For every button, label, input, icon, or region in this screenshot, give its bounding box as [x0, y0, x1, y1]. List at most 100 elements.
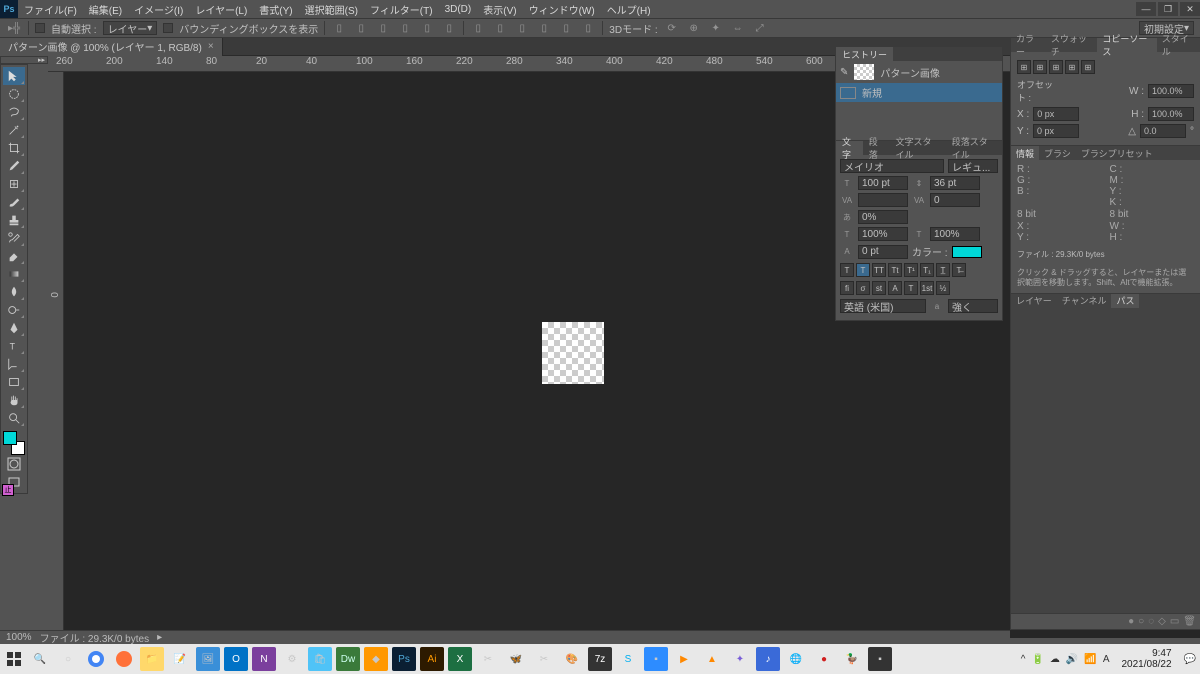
layers-tab[interactable]: レイヤー: [1011, 294, 1057, 308]
menu-type[interactable]: 書式(Y): [253, 2, 298, 17]
hscale-field[interactable]: 100%: [930, 227, 980, 241]
toolbox-collapse[interactable]: ▸▸: [0, 56, 48, 64]
paths-tab[interactable]: パス: [1111, 294, 1139, 308]
distribute-2-icon[interactable]: ▯: [492, 20, 508, 36]
paint-icon[interactable]: 🎨: [560, 647, 584, 671]
underline-button[interactable]: T̲: [936, 263, 950, 277]
menu-view[interactable]: 表示(V): [477, 2, 522, 17]
font-family-dropdown[interactable]: メイリオ: [840, 159, 944, 173]
photoshop-icon[interactable]: Ps: [392, 647, 416, 671]
ot-4[interactable]: A: [888, 281, 902, 295]
sublime-icon[interactable]: ◆: [364, 647, 388, 671]
clone-src-4[interactable]: ⊞: [1065, 60, 1079, 74]
stamp-tool[interactable]: [3, 211, 25, 229]
menu-window[interactable]: ウィンドウ(W): [523, 2, 601, 17]
outlook-icon[interactable]: O: [224, 647, 248, 671]
skype-icon[interactable]: S: [616, 647, 640, 671]
document-canvas[interactable]: [542, 322, 604, 384]
menu-select[interactable]: 選択範囲(S): [299, 2, 364, 17]
document-tab[interactable]: パターン画像 @ 100% (レイヤー 1, RGB/8) ×: [0, 38, 223, 56]
ot-2[interactable]: σ: [856, 281, 870, 295]
path-fill-icon[interactable]: ●: [1128, 616, 1134, 627]
mode3d-2-icon[interactable]: ⊕: [686, 20, 702, 36]
taskbar-clock[interactable]: 9:47 2021/08/22: [1115, 648, 1177, 670]
bold-button[interactable]: T: [840, 263, 854, 277]
align-right-icon[interactable]: ▯: [375, 20, 391, 36]
align-center-h-icon[interactable]: ▯: [353, 20, 369, 36]
tray-wifi-icon[interactable]: 📶: [1084, 654, 1096, 665]
menu-layer[interactable]: レイヤー(L): [189, 2, 253, 17]
mode3d-5-icon[interactable]: ⤢: [752, 20, 768, 36]
parastyle-tab[interactable]: 段落スタイル: [946, 141, 1002, 155]
tsume-field[interactable]: 0%: [858, 210, 908, 224]
bird-icon[interactable]: ✦: [728, 647, 752, 671]
close-tab-icon[interactable]: ×: [208, 41, 214, 52]
terminal-icon[interactable]: ▪: [868, 647, 892, 671]
tracking-field[interactable]: 0: [930, 193, 980, 207]
edit-indicator[interactable]: 止: [2, 484, 14, 496]
scissors-icon[interactable]: ✂: [532, 647, 556, 671]
color-swatches[interactable]: [3, 431, 25, 455]
eraser-tool[interactable]: [3, 247, 25, 265]
wand-tool[interactable]: [3, 121, 25, 139]
chrome-icon[interactable]: [84, 647, 108, 671]
pen-tool[interactable]: [3, 319, 25, 337]
kerning-field[interactable]: [858, 193, 908, 207]
7zip-icon[interactable]: 7z: [588, 647, 612, 671]
shape-tool[interactable]: [3, 373, 25, 391]
ot-6[interactable]: 1st: [920, 281, 934, 295]
ot-1[interactable]: fi: [840, 281, 854, 295]
healing-tool[interactable]: [3, 175, 25, 193]
firefox-icon[interactable]: [112, 647, 136, 671]
path-tool[interactable]: [3, 355, 25, 373]
tray-ime-icon[interactable]: A: [1103, 654, 1110, 665]
menu-edit[interactable]: 編集(E): [83, 2, 128, 17]
maximize-button[interactable]: ❐: [1158, 2, 1178, 16]
color-tab[interactable]: カラー: [1011, 38, 1046, 52]
zoom-tool[interactable]: [3, 409, 25, 427]
menu-help[interactable]: ヘルプ(H): [601, 2, 657, 17]
clone-src-2[interactable]: ⊞: [1033, 60, 1047, 74]
move-tool[interactable]: [3, 67, 25, 85]
distribute-5-icon[interactable]: ▯: [558, 20, 574, 36]
minimize-button[interactable]: —: [1136, 2, 1156, 16]
butterfly-icon[interactable]: 🦋: [504, 647, 528, 671]
notification-icon[interactable]: 💬: [1184, 654, 1196, 665]
subscript-button[interactable]: T₁: [920, 263, 934, 277]
mode3d-3-icon[interactable]: ✦: [708, 20, 724, 36]
store-icon[interactable]: 🛍: [308, 647, 332, 671]
path-new-icon[interactable]: ▭: [1170, 616, 1179, 627]
ot-3[interactable]: st: [872, 281, 886, 295]
blur-tool[interactable]: [3, 283, 25, 301]
history-tab[interactable]: ヒストリー: [836, 47, 893, 61]
hand-tool[interactable]: [3, 391, 25, 409]
channels-tab[interactable]: チャンネル: [1057, 294, 1112, 308]
italic-button[interactable]: T: [856, 263, 870, 277]
search-icon[interactable]: 🔍: [28, 647, 52, 671]
vertical-ruler[interactable]: 0: [48, 72, 64, 638]
align-bottom-icon[interactable]: ▯: [441, 20, 457, 36]
info-tab[interactable]: 情報: [1011, 146, 1039, 160]
illustrator-icon[interactable]: Ai: [420, 647, 444, 671]
menu-image[interactable]: イメージ(I): [128, 2, 189, 17]
crop-tool[interactable]: [3, 139, 25, 157]
quick-mask-toggle[interactable]: [3, 455, 25, 473]
distribute-1-icon[interactable]: ▯: [470, 20, 486, 36]
mode3d-4-icon[interactable]: ⇔: [730, 20, 746, 36]
photos-icon[interactable]: 🖼: [196, 647, 220, 671]
path-stroke-icon[interactable]: ○: [1138, 616, 1144, 627]
leading-field[interactable]: 36 pt: [930, 176, 980, 190]
char-tab[interactable]: 文字: [836, 141, 863, 155]
paths-body[interactable]: [1011, 308, 1200, 613]
autoselect-target-dropdown[interactable]: レイヤー ▾: [103, 21, 158, 35]
swatches-tab[interactable]: スウォッチ: [1046, 38, 1098, 52]
type-tool[interactable]: T: [3, 337, 25, 355]
record-icon[interactable]: ●: [812, 647, 836, 671]
align-left-icon[interactable]: ▯: [331, 20, 347, 36]
foreground-swatch[interactable]: [3, 431, 17, 445]
font-style-dropdown[interactable]: レギュ...: [948, 159, 998, 173]
h-field[interactable]: 100.0%: [1148, 107, 1194, 121]
globe-icon[interactable]: 🌐: [784, 647, 808, 671]
menu-3d[interactable]: 3D(D): [439, 4, 478, 15]
path-make-icon[interactable]: ◇: [1158, 616, 1166, 627]
